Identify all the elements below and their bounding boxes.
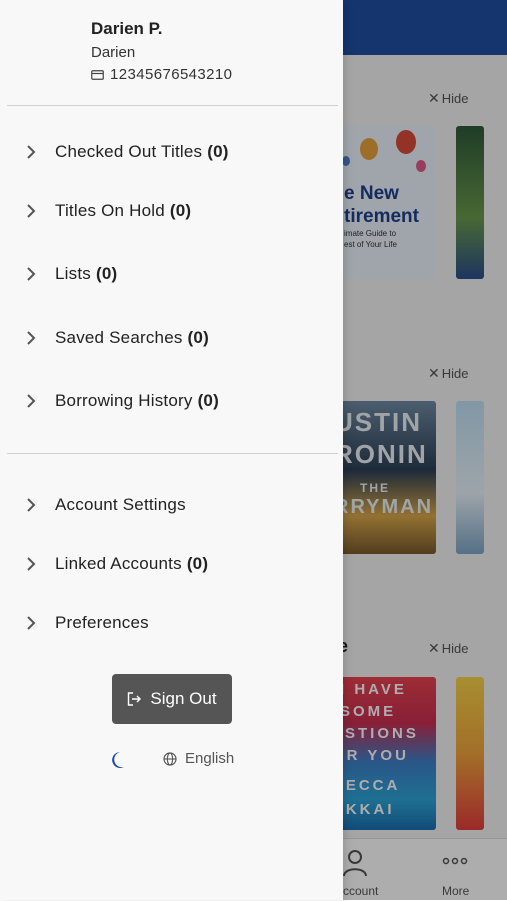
chevron-right-icon <box>27 204 36 218</box>
sign-out-label: Sign Out <box>150 689 217 708</box>
menu-preferences[interactable]: Preferences <box>0 602 343 644</box>
dark-mode-moon-icon[interactable] <box>109 751 125 769</box>
globe-icon <box>163 751 177 766</box>
sign-out-icon <box>128 692 142 706</box>
language-label: English <box>185 750 235 767</box>
menu-label: Linked Accounts <box>55 554 182 573</box>
menu-label: Account Settings <box>55 495 186 514</box>
menu-count: (0) <box>197 391 219 410</box>
menu-saved-searches[interactable]: Saved Searches (0) <box>0 317 343 359</box>
menu-label: Saved Searches <box>55 328 183 347</box>
chevron-right-icon <box>27 394 36 408</box>
menu-borrowing-history[interactable]: Borrowing History (0) <box>0 380 343 422</box>
chevron-right-icon <box>27 145 36 159</box>
language-selector[interactable]: English <box>163 750 234 767</box>
account-drawer: Darien P. Darien 12345676543210 Checked … <box>0 0 343 900</box>
menu-label: Preferences <box>55 613 149 632</box>
menu-count: (0) <box>95 264 118 283</box>
user-name: Darien P. <box>91 19 163 38</box>
menu-label: Borrowing History <box>55 391 193 410</box>
menu-count: (0) <box>186 554 209 573</box>
menu-count: (0) <box>187 328 209 347</box>
menu-count: (0) <box>207 142 229 161</box>
card-icon <box>91 69 104 80</box>
menu-label: Checked Out Titles <box>55 142 203 161</box>
sign-out-button[interactable]: Sign Out <box>112 674 232 724</box>
chevron-right-icon <box>27 557 36 571</box>
chevron-right-icon <box>27 616 36 630</box>
menu-account-settings[interactable]: Account Settings <box>0 484 343 526</box>
menu-label: Lists <box>55 264 91 283</box>
menu-linked-accounts[interactable]: Linked Accounts (0) <box>0 543 343 585</box>
divider <box>7 105 338 106</box>
chevron-right-icon <box>27 331 36 345</box>
chevron-right-icon <box>27 498 36 512</box>
menu-lists[interactable]: Lists (0) <box>0 253 343 295</box>
menu-count: (0) <box>169 201 192 220</box>
card-number: 12345676543210 <box>110 66 233 83</box>
menu-titles-on-hold[interactable]: Titles On Hold (0) <box>0 190 343 232</box>
divider <box>7 453 338 454</box>
user-location: Darien <box>91 44 136 61</box>
library-card: 12345676543210 <box>91 66 232 83</box>
menu-checked-out-titles[interactable]: Checked Out Titles (0) <box>0 131 343 173</box>
menu-label: Titles On Hold <box>55 201 165 220</box>
chevron-right-icon <box>27 267 36 281</box>
